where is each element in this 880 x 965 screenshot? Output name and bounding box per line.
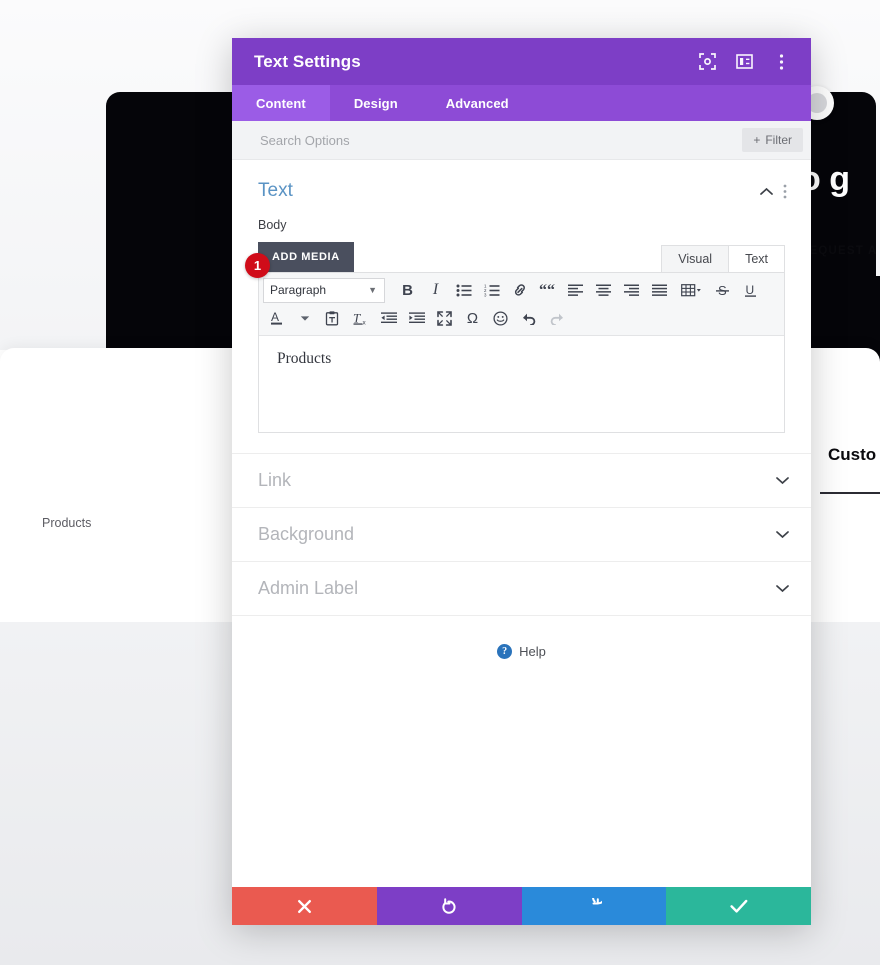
blockquote-icon[interactable]: “ “ [534, 277, 561, 303]
indent-icon[interactable] [403, 305, 430, 331]
filter-button[interactable]: + Filter [742, 128, 803, 152]
emoji-icon[interactable] [487, 305, 514, 331]
clear-formatting-icon[interactable]: T x [347, 305, 374, 331]
section-link-title: Link [258, 470, 292, 490]
plus-icon: + [753, 133, 761, 147]
body-field-label: Body [258, 218, 287, 232]
bullet-list-icon[interactable] [450, 277, 477, 303]
bg-request-a-quote-button[interactable]: REQUEST A [800, 245, 877, 257]
section-text-options-icon[interactable] [777, 180, 793, 202]
undo-icon[interactable] [515, 305, 542, 331]
editor-toolbar: Paragraph ▼ B I 1 2 3 “ “ U A T x Ω [259, 273, 784, 336]
section-text: Text Body ADD MEDIA Visual Text Paragrap… [232, 160, 811, 454]
section-admin-label[interactable]: Admin Label [232, 562, 811, 616]
svg-text:“: “ [539, 284, 547, 296]
align-right-icon[interactable] [618, 277, 645, 303]
svg-text:3: 3 [484, 292, 487, 296]
text-settings-modal: Text Settings Content Design Advanced Se… [232, 38, 811, 925]
modal-title: Text Settings [254, 51, 361, 71]
modal-titlebar: Text Settings [232, 38, 811, 85]
special-character-icon[interactable]: Ω [459, 305, 486, 331]
align-center-icon[interactable] [590, 277, 617, 303]
editor-content-area[interactable]: Products [259, 336, 784, 432]
strikethrough-icon[interactable]: S [709, 277, 736, 303]
svg-text:U: U [746, 283, 755, 297]
chevron-down-icon[interactable] [771, 524, 793, 546]
text-color-icon[interactable]: A [263, 305, 290, 331]
svg-text:x: x [362, 319, 366, 325]
tab-design[interactable]: Design [330, 85, 422, 121]
chevron-down-icon: ▼ [368, 285, 377, 295]
kebab-menu-icon[interactable] [769, 50, 793, 74]
svg-text:A: A [271, 310, 279, 324]
section-background-title: Background [258, 524, 355, 544]
redo-arrow-icon [592, 897, 603, 904]
editor-toolbar-row-2: A T x Ω [263, 304, 780, 332]
step-badge-1: 1 [245, 253, 270, 278]
fullscreen-icon[interactable] [431, 305, 458, 331]
cancel-button[interactable] [232, 887, 377, 925]
save-button[interactable] [666, 887, 811, 925]
bg-products-text-module[interactable]: Products [42, 516, 91, 530]
bg-heading-underline [820, 492, 880, 494]
add-media-button[interactable]: ADD MEDIA [258, 242, 354, 272]
outdent-icon[interactable] [375, 305, 402, 331]
tab-advanced[interactable]: Advanced [422, 85, 533, 121]
editor-tab-visual[interactable]: Visual [661, 245, 730, 272]
undo-button[interactable] [376, 887, 522, 925]
undo-arrow-icon [442, 897, 456, 914]
editor-body-text: Products [277, 350, 332, 367]
panel-layout-icon[interactable] [732, 50, 756, 74]
help-row[interactable]: ? Help [232, 616, 811, 659]
section-admin-label-title: Admin Label [258, 578, 359, 598]
align-left-icon[interactable] [562, 277, 589, 303]
redo-button[interactable] [521, 887, 667, 925]
chevron-up-icon[interactable] [755, 180, 777, 202]
section-text-header[interactable]: Text [232, 160, 811, 210]
filter-button-label: Filter [765, 133, 792, 147]
italic-icon[interactable]: I [422, 277, 449, 303]
paste-as-text-icon[interactable] [319, 305, 346, 331]
svg-text:T: T [353, 311, 361, 326]
bold-icon[interactable]: B [394, 277, 421, 303]
numbered-list-icon[interactable]: 1 2 3 [478, 277, 505, 303]
editor-mode-tabs: Visual Text [661, 245, 785, 272]
align-justify-icon[interactable] [646, 277, 673, 303]
underline-icon[interactable]: U [737, 277, 764, 303]
checkmark-icon [730, 899, 748, 913]
editor-tab-text[interactable]: Text [728, 245, 785, 272]
search-input[interactable] [258, 131, 743, 149]
text-color-dropdown-icon[interactable] [291, 305, 318, 331]
search-options-row: + Filter [232, 121, 811, 160]
modal-body: Text Body ADD MEDIA Visual Text Paragrap… [232, 160, 811, 887]
link-icon[interactable] [506, 277, 533, 303]
titlebar-icon-group [695, 50, 793, 74]
close-x-icon [297, 899, 311, 913]
format-select[interactable]: Paragraph ▼ [263, 277, 385, 303]
modal-tab-bar: Content Design Advanced [232, 85, 811, 121]
redo-icon[interactable] [543, 305, 570, 331]
focus-target-icon[interactable] [695, 50, 719, 74]
svg-text:“: “ [547, 284, 555, 296]
section-link[interactable]: Link [232, 454, 811, 508]
help-label: Help [519, 644, 546, 659]
modal-footer [232, 887, 811, 925]
question-mark-icon: ? [497, 644, 513, 659]
bg-custom-heading: Custo [828, 445, 877, 464]
table-icon[interactable] [674, 277, 708, 303]
format-select-value: Paragraph [270, 283, 327, 297]
editor-top-row: ADD MEDIA Visual Text [232, 232, 811, 272]
omega-glyph: Ω [466, 309, 479, 327]
wysiwyg-editor: Paragraph ▼ B I 1 2 3 “ “ U A T x Ω 1 Pr… [245, 253, 785, 433]
section-text-title: Text [258, 180, 293, 201]
section-background[interactable]: Background [232, 508, 811, 562]
editor-toolbar-row-1: Paragraph ▼ B I 1 2 3 “ “ U [263, 276, 780, 304]
tab-content[interactable]: Content [232, 85, 330, 121]
chevron-down-icon[interactable] [771, 578, 793, 600]
chevron-down-icon[interactable] [771, 470, 793, 492]
